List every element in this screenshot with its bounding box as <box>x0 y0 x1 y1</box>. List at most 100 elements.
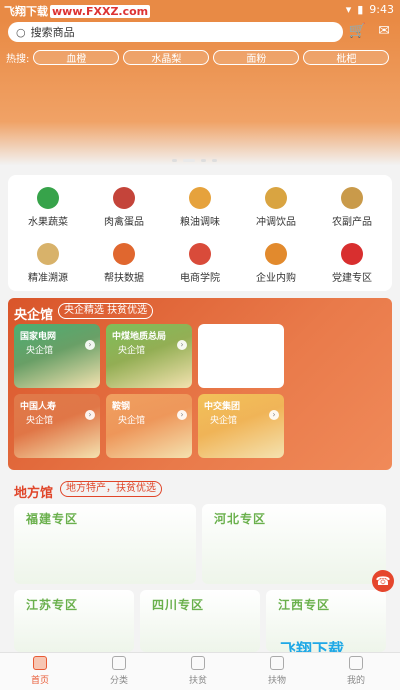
tab-item[interactable]: 扶贫 <box>168 656 228 686</box>
tab-label: 首页 <box>30 676 49 686</box>
enterprise-name: 中煤地质总局 <box>112 332 167 342</box>
search-icon: ○ <box>16 25 26 39</box>
category-item[interactable]: 党建专区 <box>316 243 388 284</box>
region-name: 江西专区 <box>278 598 331 612</box>
carousel-dot <box>212 159 217 162</box>
hot-search-row: 热搜: 血橙 水晶梨 面粉 枇杷 <box>6 50 390 65</box>
headset-icon: ☎ <box>375 574 391 588</box>
enterprise-card[interactable] <box>198 324 284 388</box>
region-card[interactable]: 河北专区 <box>202 504 386 584</box>
search-input[interactable]: ○ 搜索商品 <box>8 22 343 42</box>
tab-item[interactable]: 首页 <box>10 656 70 686</box>
tab-label: 扶贫 <box>188 676 207 686</box>
carousel-dot <box>201 159 206 162</box>
signal-icon: ▾ <box>345 3 352 16</box>
home-icon <box>33 656 47 670</box>
category-item[interactable]: 精准溯源 <box>12 243 84 284</box>
tab-item[interactable]: 扶物 <box>247 656 307 686</box>
bottom-tab-bar: 首页 分类 扶贫 扶物 我的 <box>0 652 400 690</box>
category-label: 农副产品 <box>332 217 372 228</box>
enterprise-name: 中交集团 <box>204 402 241 412</box>
profile-icon <box>349 656 363 670</box>
purchase-icon <box>265 243 287 265</box>
carousel-dot-active <box>183 159 195 162</box>
customer-service-button[interactable]: ☎ <box>372 570 394 592</box>
meat-icon <box>113 187 135 209</box>
tab-item[interactable]: 分类 <box>89 656 149 686</box>
drink-icon <box>265 187 287 209</box>
category-label: 党建专区 <box>332 273 372 284</box>
support-icon <box>270 656 284 670</box>
category-label: 水果蔬菜 <box>28 217 68 228</box>
category-label: 粮油调味 <box>180 217 220 228</box>
status-bar: 飞翔下载 www.FXXZ.com ▾ ▮ 9:43 <box>0 0 400 20</box>
central-enterprise-section: 央企馆 央企精选 扶贫优选 国家电网 央企馆 › 中煤地质总局 央企馆 › 中国人寿 央企馆 ›… <box>8 298 392 470</box>
battery-icon: ▮ <box>357 3 364 16</box>
poverty-icon <box>191 656 205 670</box>
hot-chip[interactable]: 血橙 <box>33 50 120 65</box>
search-placeholder: 搜索商品 <box>30 26 75 39</box>
section-title: 央企馆 <box>14 308 54 323</box>
enterprise-subtitle: 央企馆 <box>26 416 54 426</box>
enterprise-name: 鞍钢 <box>112 402 131 412</box>
region-name: 江苏专区 <box>26 598 79 612</box>
category-label: 肉禽蛋品 <box>104 217 144 228</box>
tab-label: 我的 <box>346 676 365 686</box>
category-label: 帮扶数据 <box>104 273 144 284</box>
category-grid: 水果蔬菜 肉禽蛋品 粮油调味 冲调饮品 农副产品精准溯源 帮扶数据 电商学院 企业内购 党建专区 <box>8 175 392 291</box>
enterprise-card[interactable]: 鞍钢央企馆 › <box>106 394 192 458</box>
hot-search-label: 热搜: <box>6 54 30 65</box>
category-label: 电商学院 <box>180 273 220 284</box>
category-item[interactable]: 帮扶数据 <box>88 243 160 284</box>
carousel-dot <box>172 159 177 162</box>
category-item[interactable]: 电商学院 <box>164 243 236 284</box>
region-card[interactable]: 江苏专区 <box>14 590 134 652</box>
tab-item[interactable]: 我的 <box>326 656 386 686</box>
arrow-right-icon: › <box>177 410 187 420</box>
hot-chip[interactable]: 面粉 <box>213 50 300 65</box>
arrow-right-icon: › <box>269 410 279 420</box>
enterprise-card[interactable]: 中煤地质总局 央企馆 › <box>106 324 192 388</box>
enterprise-name: 国家电网 <box>20 332 57 342</box>
region-name: 河北专区 <box>214 512 267 526</box>
enterprise-card[interactable]: 中国人寿央企馆 › <box>14 394 100 458</box>
category-icon <box>112 656 126 670</box>
enterprise-subtitle: 央企馆 <box>118 416 146 426</box>
tab-label: 分类 <box>109 676 128 686</box>
arrow-right-icon: › <box>85 340 95 350</box>
region-name: 福建专区 <box>26 512 79 526</box>
carousel-indicator <box>172 159 217 162</box>
data-icon <box>113 243 135 265</box>
region-card[interactable]: 福建专区 <box>14 504 196 584</box>
enterprise-subtitle: 央企馆 <box>26 346 54 356</box>
school-icon <box>189 243 211 265</box>
enterprise-subtitle: 央企馆 <box>118 346 146 356</box>
farm-icon <box>341 187 363 209</box>
tab-label: 扶物 <box>267 676 286 686</box>
category-label: 冲调饮品 <box>256 217 296 228</box>
section-tag: 央企精选 扶贫优选 <box>58 303 154 319</box>
trace-icon <box>37 243 59 265</box>
local-section-tag: 地方特产，扶贫优选 <box>60 481 162 497</box>
enterprise-subtitle: 央企馆 <box>210 416 238 426</box>
region-name: 四川专区 <box>152 598 205 612</box>
category-item[interactable]: 企业内购 <box>240 243 312 284</box>
category-item[interactable]: 粮油调味 <box>164 187 236 228</box>
hot-chip[interactable]: 枇杷 <box>303 50 390 65</box>
hot-chip[interactable]: 水晶梨 <box>123 50 210 65</box>
enterprise-card[interactable]: 国家电网央企馆 › <box>14 324 100 388</box>
category-item[interactable]: 水果蔬菜 <box>12 187 84 228</box>
arrow-right-icon: › <box>85 410 95 420</box>
enterprise-card[interactable]: 中交集团央企馆 › <box>198 394 284 458</box>
status-time: 9:43 <box>369 3 394 16</box>
fruit-veg-icon <box>37 187 59 209</box>
enterprise-name: 中国人寿 <box>20 402 57 412</box>
category-item[interactable]: 冲调饮品 <box>240 187 312 228</box>
category-item[interactable]: 肉禽蛋品 <box>88 187 160 228</box>
message-icon[interactable]: ✉ <box>378 23 390 39</box>
region-card[interactable]: 四川专区 <box>140 590 260 652</box>
oil-icon <box>189 187 211 209</box>
category-item[interactable]: 农副产品 <box>316 187 388 228</box>
brand-watermark: 飞翔下载 www.FXXZ.com <box>4 5 151 18</box>
cart-icon[interactable]: 🛒 <box>349 23 366 39</box>
